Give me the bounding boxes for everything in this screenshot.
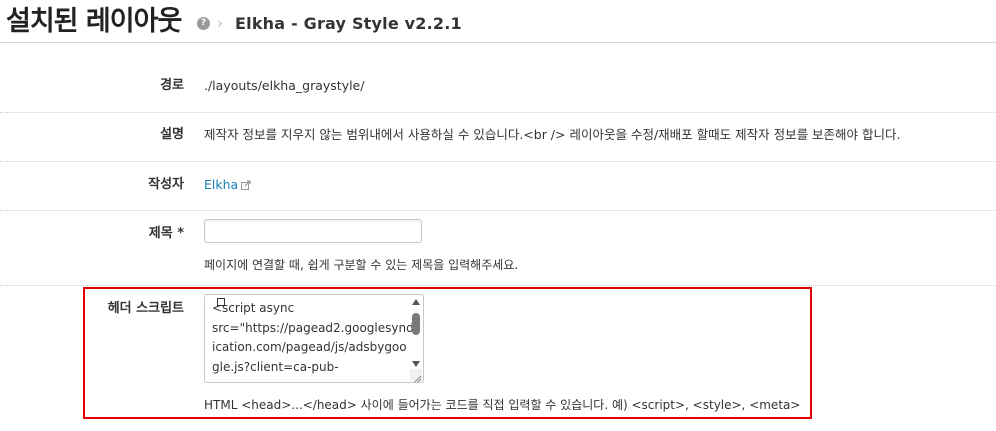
title-input[interactable]: [204, 219, 422, 243]
scroll-down-icon[interactable]: [412, 361, 420, 367]
resize-handle-icon[interactable]: [410, 369, 422, 382]
path-label: 경로: [160, 78, 184, 93]
external-link-icon[interactable]: [241, 178, 251, 190]
text-cursor-icon: [217, 298, 225, 306]
author-link[interactable]: Elkha: [204, 177, 238, 192]
title-label: 제목 *: [148, 226, 184, 241]
header-script-text[interactable]: <script async src="https://pagead2.googl…: [212, 299, 414, 377]
scrollbar[interactable]: [410, 296, 422, 367]
header-script-label: 헤더 스크립트: [107, 301, 184, 316]
page-header: 설치된 레이아웃 ? › Elkha - Gray Style v2.2.1: [0, 0, 996, 43]
header-script-textarea[interactable]: <script async src="https://pagead2.googl…: [204, 294, 424, 383]
row-divider: [0, 210, 996, 211]
page-title: 설치된 레이아웃: [6, 6, 182, 37]
row-divider: [0, 285, 996, 286]
author-value: Elkha: [204, 177, 251, 193]
description-value: 제작자 정보를 지우지 않는 범위내에서 사용하실 수 있습니다.<br /> …: [204, 127, 901, 142]
title-help-text: 페이지에 연결할 때, 쉽게 구분할 수 있는 제목을 입력해주세요.: [204, 258, 519, 272]
row-divider: [0, 161, 996, 162]
description-label: 설명: [160, 127, 184, 142]
help-icon[interactable]: ?: [197, 17, 210, 30]
path-value: ./layouts/elkha_graystyle/: [204, 78, 365, 93]
chevron-right-icon: ›: [217, 14, 223, 32]
breadcrumb: Elkha - Gray Style v2.2.1: [235, 14, 462, 33]
scroll-thumb[interactable]: [412, 313, 420, 335]
author-label: 작성자: [148, 177, 184, 192]
row-divider: [0, 112, 996, 113]
scroll-up-icon[interactable]: [412, 299, 420, 305]
header-script-help-text: HTML <head>...</head> 사이에 들어가는 코드를 직접 입력…: [204, 398, 801, 412]
